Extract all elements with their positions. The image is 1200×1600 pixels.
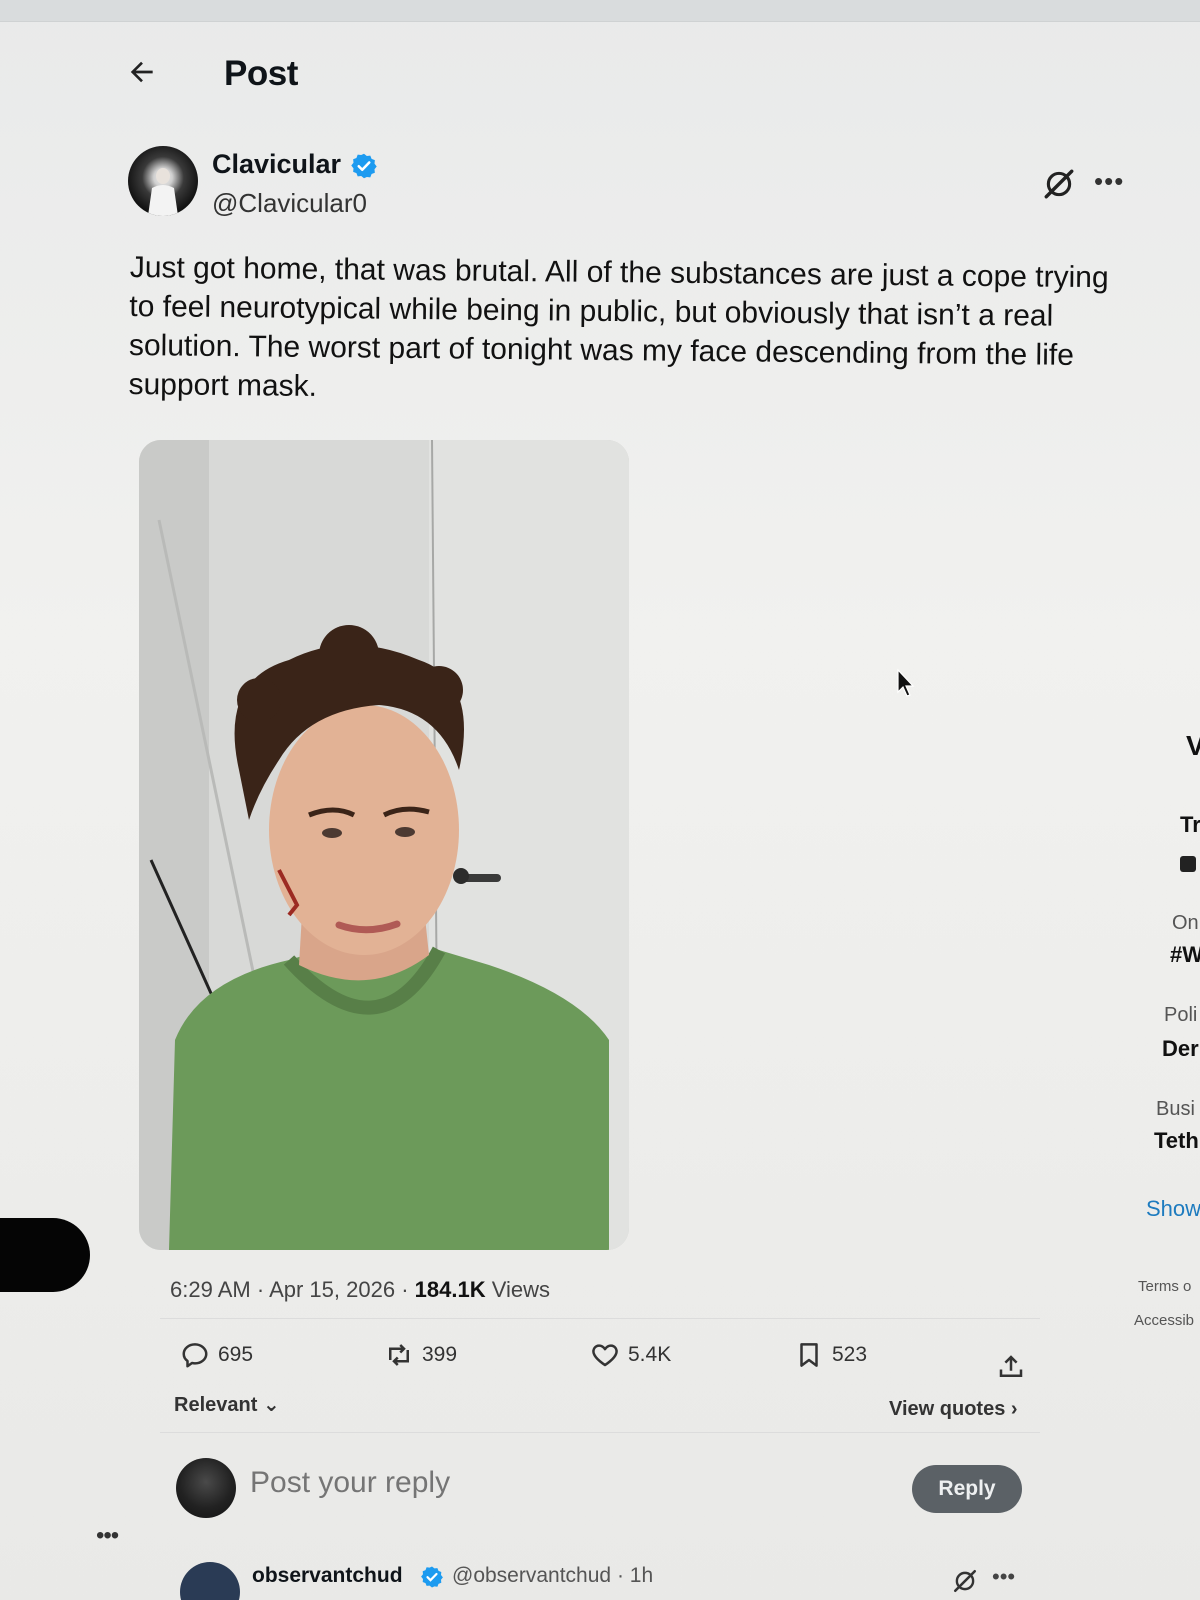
right-sidebar: V Tr On #W Poli Der Busi Teth Show Terms… <box>1128 0 1200 1600</box>
back-arrow-icon[interactable] <box>126 56 158 88</box>
reply-count: 695 <box>218 1343 254 1366</box>
repost-count: 399 <box>422 1343 458 1366</box>
views-count: 184.1K <box>414 1277 486 1302</box>
reply-input[interactable] <box>250 1466 636 1500</box>
post-date[interactable]: Apr 15, 2026 <box>269 1277 395 1302</box>
author-display-name[interactable]: Clavicular <box>212 149 341 180</box>
show-more-link[interactable]: Show <box>1146 1196 1200 1222</box>
reply-author-avatar[interactable] <box>180 1562 240 1600</box>
divider <box>160 1432 1040 1433</box>
like-icon <box>592 1344 618 1367</box>
view-quotes-label: View quotes <box>889 1398 1006 1420</box>
bookmark-icon <box>800 1343 818 1367</box>
post-text: Just got home, that was brutal. All of t… <box>128 250 1109 403</box>
post-time[interactable]: 6:29 AM <box>170 1277 251 1302</box>
mouse-cursor-icon <box>897 668 915 697</box>
reply-button[interactable]: Reply <box>912 1465 1022 1513</box>
grok-icon[interactable] <box>1042 167 1076 201</box>
trend-name[interactable]: Der <box>1162 1036 1199 1062</box>
meta-separator: · <box>256 1277 265 1302</box>
reply-sort-label: Relevant <box>174 1394 258 1416</box>
verified-badge-icon <box>421 1566 443 1588</box>
chevron-down-icon: ⌄ <box>262 1394 280 1416</box>
like-count: 5.4K <box>628 1343 672 1366</box>
reply-icon <box>182 1343 208 1368</box>
trend-category: Busi <box>1156 1098 1195 1120</box>
share-icon[interactable] <box>996 1352 1026 1382</box>
reply-handle-text: @observantchud <box>452 1564 612 1587</box>
trend-name[interactable]: #W <box>1170 942 1200 968</box>
bookmark-count: 523 <box>832 1343 868 1366</box>
post-meta: 6:29 AM · Apr 15, 2026 · 184.1K Views <box>170 1277 550 1303</box>
reply-time: · 1h <box>616 1564 654 1587</box>
author-avatar[interactable] <box>128 146 198 216</box>
reply-more-icon[interactable]: ••• <box>992 1564 1015 1590</box>
sidebar-heading: V <box>1186 730 1200 761</box>
external-link-icon[interactable] <box>1180 856 1196 872</box>
meta-separator: · <box>401 1277 409 1302</box>
repost-action-button[interactable]: 399 <box>384 1340 457 1370</box>
trend-name[interactable]: Teth <box>1154 1128 1199 1154</box>
views-label: Views <box>491 1277 551 1302</box>
trend-title[interactable]: Tr <box>1180 812 1200 838</box>
reply-sort-dropdown[interactable]: Relevant ⌄ <box>174 1392 280 1417</box>
verified-badge-icon <box>351 153 377 179</box>
like-action-button[interactable]: 5.4K <box>590 1340 671 1370</box>
reply-author-handle[interactable]: @observantchud · 1h <box>452 1564 653 1588</box>
bookmark-action-button[interactable]: 523 <box>794 1340 867 1370</box>
page-title: Post <box>224 54 298 93</box>
view-quotes-link[interactable]: View quotes › <box>889 1398 1018 1421</box>
grok-icon[interactable] <box>952 1568 978 1594</box>
reply-author-name[interactable]: observantchud <box>252 1564 403 1588</box>
more-icon[interactable]: ••• <box>1094 166 1124 197</box>
repost-icon <box>389 1344 409 1366</box>
author-handle[interactable]: @Clavicular0 <box>212 188 367 219</box>
current-user-avatar[interactable] <box>176 1458 236 1518</box>
trend-category: Poli <box>1164 1004 1198 1026</box>
browser-top-edge <box>0 0 1200 22</box>
reply-action-button[interactable]: 695 <box>180 1340 253 1370</box>
trend-category: On <box>1172 912 1199 934</box>
post-photo[interactable] <box>139 440 629 1250</box>
sidebar-post-button[interactable] <box>0 1218 90 1292</box>
accessibility-link[interactable]: Accessib <box>1134 1312 1194 1329</box>
chevron-right-icon: › <box>1010 1398 1018 1420</box>
divider <box>160 1318 1040 1319</box>
sidebar-more-icon[interactable]: ••• <box>96 1522 119 1550</box>
terms-link[interactable]: Terms o <box>1138 1278 1191 1295</box>
